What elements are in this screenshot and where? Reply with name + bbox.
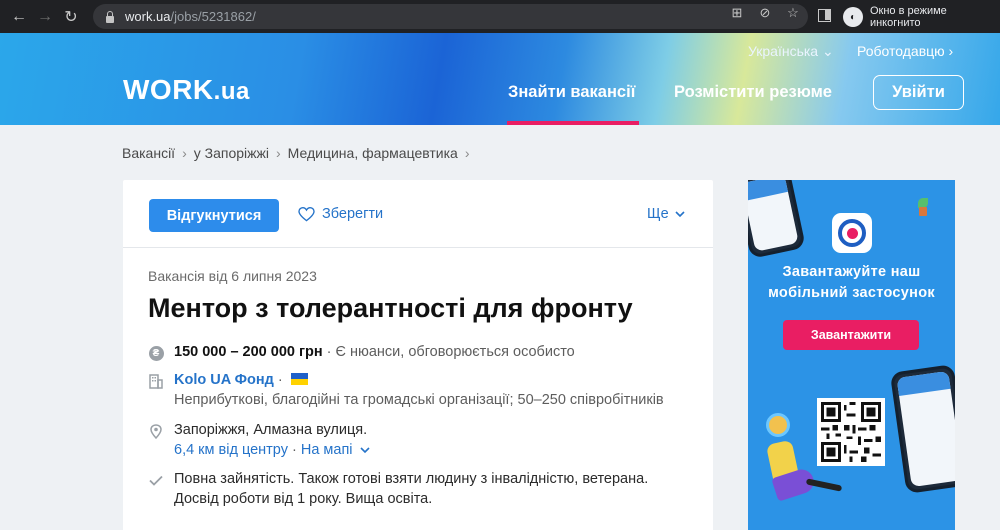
logo-suffix: .ua <box>213 78 250 105</box>
address-bar[interactable]: work.ua/jobs/5231862/ <box>93 4 808 29</box>
url-path: /jobs/5231862/ <box>170 9 256 24</box>
mobile-app-ad[interactable]: Завантажуйте наш мобільний застосунок За… <box>748 180 955 530</box>
hryvnia-icon: ₴ <box>148 345 164 361</box>
qr-code <box>817 398 885 466</box>
download-app-button[interactable]: Завантажити <box>783 320 919 350</box>
distance-link[interactable]: 6,4 км від центру <box>174 442 288 458</box>
chevron-down-icon <box>675 210 685 217</box>
person-illustration <box>766 413 790 437</box>
translate-icon[interactable]: ⊞ <box>728 5 746 21</box>
ad-headline-line1: Завантажуйте наш <box>782 264 921 280</box>
reload-icon[interactable]: ↻ <box>60 6 82 28</box>
back-arrow-icon[interactable]: ← <box>8 6 30 28</box>
site-logo[interactable]: WORK.ua <box>123 74 250 106</box>
breadcrumb-item[interactable]: Медицина, фармацевтика <box>288 145 458 161</box>
incognito-icon: ◐ <box>843 7 863 27</box>
experience-requirements: Досвід роботи від 1 року. Вища освіта. <box>174 491 433 507</box>
more-label: Ще <box>647 206 669 222</box>
checkmark-icon <box>149 475 163 486</box>
location-address: Запоріжжя, Алмазна вулиця. <box>174 422 368 438</box>
job-actions-bar: Відгукнутися Зберегти Ще <box>123 180 713 248</box>
phone-illustration <box>889 364 955 494</box>
side-panel-icon[interactable] <box>818 9 831 22</box>
conditions-row: Повна зайнятість. Також готові взяти люд… <box>148 471 648 507</box>
breadcrumb-item[interactable]: у Запоріжжі <box>194 145 269 161</box>
more-menu-button[interactable]: Ще <box>647 206 685 222</box>
location-row: Запоріжжя, Алмазна вулиця. 6,4 км від це… <box>148 422 370 458</box>
salary-row: ₴ 150 000 – 200 000 грн · Є нюанси, обго… <box>148 344 575 361</box>
chevron-down-icon <box>359 447 370 454</box>
logo-main: WORK <box>123 74 214 105</box>
url-host: work.ua <box>125 9 171 24</box>
site-header: WORK.ua Українська ⌄ Роботодавцю › Знайт… <box>0 33 1000 125</box>
breadcrumb-separator: › <box>276 145 281 161</box>
map-pin-icon <box>150 423 162 439</box>
incognito-label: Окно в режиме инкогнито <box>869 5 947 29</box>
map-link[interactable]: На мапі <box>301 442 353 458</box>
plant-illustration <box>916 198 930 216</box>
breadcrumb-separator: › <box>182 145 187 161</box>
forward-arrow-icon[interactable]: → <box>34 6 56 28</box>
phone-illustration <box>748 180 806 259</box>
save-label: Зберегти <box>322 206 384 222</box>
company-link[interactable]: Kolo UA Фонд <box>174 372 274 388</box>
ad-headline-line2: мобільний застосунок <box>768 285 935 301</box>
incognito-indicator[interactable]: ◐ Окно в режиме инкогнито <box>843 5 1000 29</box>
employer-link[interactable]: Роботодавцю › <box>857 43 953 59</box>
company-separator: · <box>273 372 287 388</box>
building-icon <box>149 373 163 389</box>
heart-icon <box>298 206 315 221</box>
breadcrumb-item[interactable]: Вакансії <box>122 145 175 161</box>
active-tab-indicator <box>507 121 639 125</box>
breadcrumb-separator: › <box>464 145 470 161</box>
job-card: Відгукнутися Зберегти Ще Вакансія від 6 … <box>123 180 713 530</box>
company-row: Kolo UA Фонд · Неприбуткові, благодійні … <box>148 372 664 408</box>
employment-conditions: Повна зайнятість. Також готові взяти люд… <box>174 471 649 487</box>
language-selector[interactable]: Українська ⌄ <box>748 43 834 60</box>
company-description: Неприбуткові, благодійні та громадські о… <box>174 392 664 408</box>
nav-find-jobs[interactable]: Знайти вакансії <box>508 83 635 102</box>
bookmark-star-icon[interactable]: ☆ <box>784 5 802 21</box>
apply-button[interactable]: Відгукнутися <box>149 199 279 232</box>
login-button[interactable]: Увійти <box>873 75 964 110</box>
browser-toolbar: ← → ↻ work.ua/jobs/5231862/ ⊞ ⊘ ☆ ◐ Окно… <box>0 0 1000 33</box>
eye-off-icon[interactable]: ⊘ <box>756 5 774 21</box>
job-title: Ментор з толерантності для фронту <box>148 293 633 323</box>
app-logo-icon <box>832 213 872 253</box>
distance-separator: · <box>287 442 301 458</box>
ukraine-flag-icon <box>290 373 308 385</box>
posted-date: Вакансія від 6 липня 2023 <box>148 268 317 284</box>
nav-post-resume[interactable]: Розмістити резюме <box>674 83 832 102</box>
lock-icon <box>105 10 115 23</box>
save-button[interactable]: Зберегти <box>298 206 383 222</box>
salary-range: 150 000 – 200 000 грн <box>174 344 323 360</box>
salary-note: · Є нюанси, обговорюється особисто <box>322 344 575 360</box>
ad-headline: Завантажуйте наш мобільний застосунок <box>748 262 955 304</box>
breadcrumb: Вакансії › у Запоріжжі › Медицина, фарма… <box>122 145 470 161</box>
